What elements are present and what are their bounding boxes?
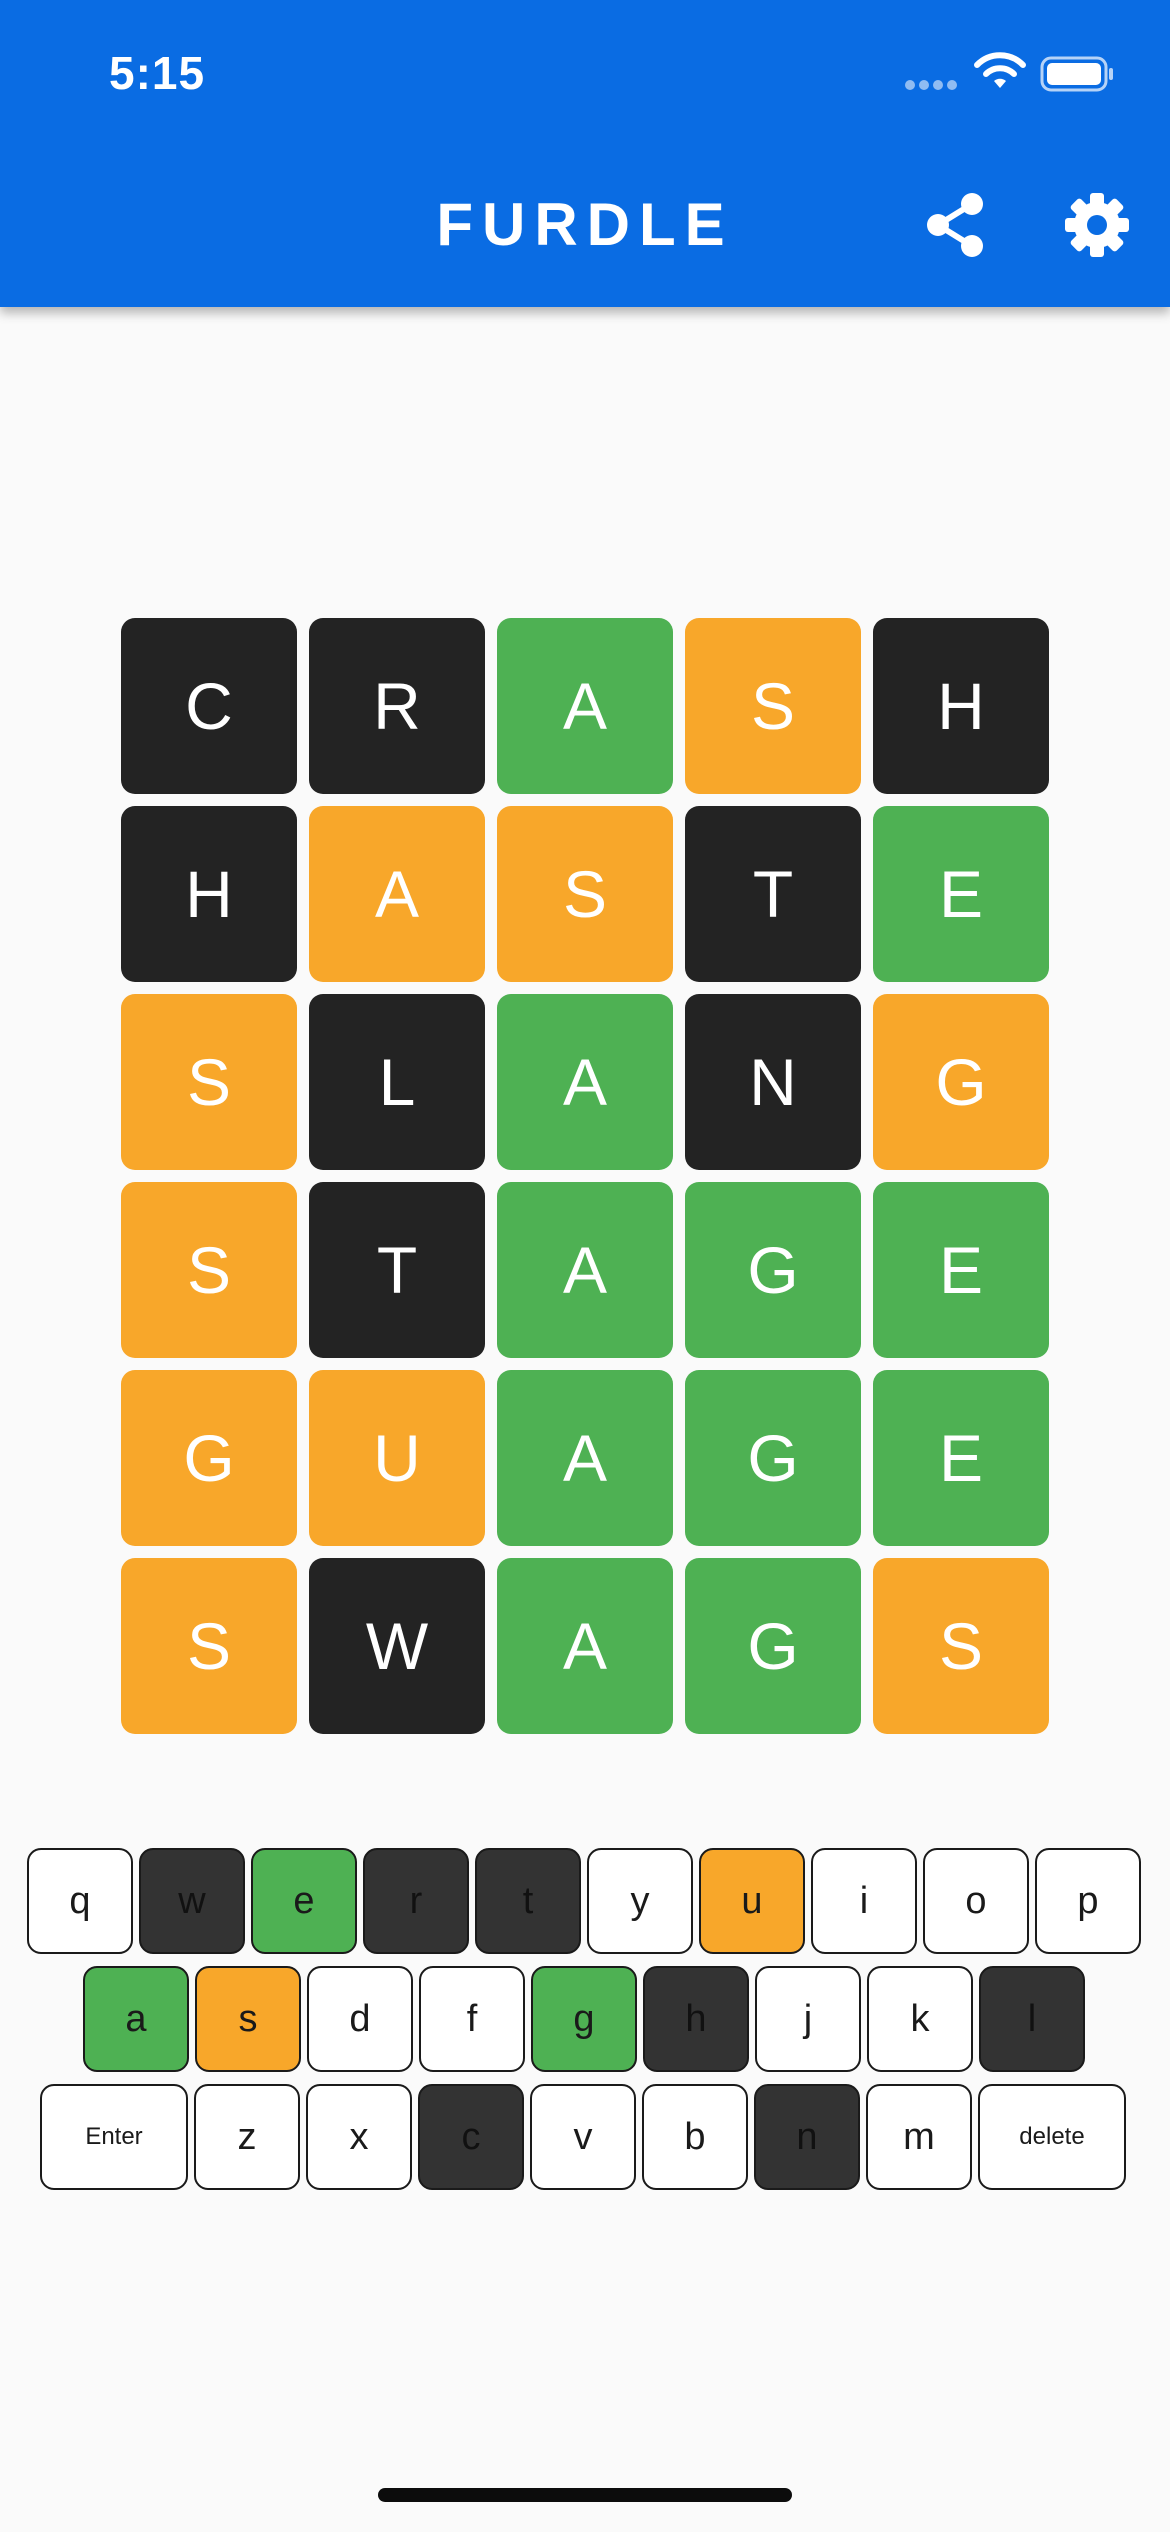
cellular-dots-icon (905, 80, 961, 92)
key-t[interactable]: t (475, 1848, 581, 1954)
key-o[interactable]: o (923, 1848, 1029, 1954)
status-time: 5:15 (109, 47, 206, 99)
key-q[interactable]: q (27, 1848, 133, 1954)
key-g[interactable]: g (531, 1966, 637, 2072)
wifi-icon (974, 52, 1026, 88)
delete-key[interactable]: delete (978, 2084, 1126, 2190)
key-r[interactable]: r (363, 1848, 469, 1954)
board-tile: G (873, 994, 1049, 1170)
board-tile: S (685, 618, 861, 794)
board-tile: E (873, 1370, 1049, 1546)
board-tile: U (309, 1370, 485, 1546)
board-tile: G (685, 1370, 861, 1546)
board-tile: S (121, 994, 297, 1170)
key-w[interactable]: w (139, 1848, 245, 1954)
settings-gear-icon (1065, 193, 1129, 257)
key-d[interactable]: d (307, 1966, 413, 2072)
board-tile: E (873, 806, 1049, 982)
board-tile: T (685, 806, 861, 982)
board-tile: S (497, 806, 673, 982)
keyboard-row: Enter z x c v b n m delete (40, 2084, 1126, 2190)
board-tile: S (121, 1182, 297, 1358)
board-tile: A (497, 1370, 673, 1546)
board-tile: A (497, 994, 673, 1170)
board-tile: H (873, 618, 1049, 794)
settings-button[interactable] (1062, 190, 1132, 260)
board-tile: R (309, 618, 485, 794)
keyboard-row: qwertyuiop (27, 1848, 1141, 1954)
board-tile: S (873, 1558, 1049, 1734)
key-e[interactable]: e (251, 1848, 357, 1954)
board-tile: L (309, 994, 485, 1170)
board-tile: G (121, 1370, 297, 1546)
board-tile: C (121, 618, 297, 794)
key-u[interactable]: u (699, 1848, 805, 1954)
keyboard-row: asdfghjkl (83, 1966, 1085, 2072)
app-bar: 5:15 FURDLE (0, 0, 1170, 307)
board-tile: A (497, 1182, 673, 1358)
key-x[interactable]: x (306, 2084, 412, 2190)
key-p[interactable]: p (1035, 1848, 1141, 1954)
battery-icon (1040, 56, 1113, 92)
board-tile: T (309, 1182, 485, 1358)
board-tile: N (685, 994, 861, 1170)
key-k[interactable]: k (867, 1966, 973, 2072)
key-b[interactable]: b (642, 2084, 748, 2190)
key-h[interactable]: h (643, 1966, 749, 2072)
key-f[interactable]: f (419, 1966, 525, 2072)
board-tile: W (309, 1558, 485, 1734)
key-j[interactable]: j (755, 1966, 861, 2072)
home-indicator (378, 2488, 792, 2502)
board-tile: G (685, 1182, 861, 1358)
key-i[interactable]: i (811, 1848, 917, 1954)
share-button[interactable] (920, 190, 990, 260)
key-n[interactable]: n (754, 2084, 860, 2190)
key-l[interactable]: l (979, 1966, 1085, 2072)
board-tile: E (873, 1182, 1049, 1358)
key-a[interactable]: a (83, 1966, 189, 2072)
key-c[interactable]: c (418, 2084, 524, 2190)
board-tile: A (497, 618, 673, 794)
board-tile: A (497, 1558, 673, 1734)
key-y[interactable]: y (587, 1848, 693, 1954)
board-tile: S (121, 1558, 297, 1734)
share-icon (927, 193, 983, 257)
board-tile: H (121, 806, 297, 982)
key-v[interactable]: v (530, 2084, 636, 2190)
key-m[interactable]: m (866, 2084, 972, 2190)
game-board: CRASHHASTESLANGSTAGEGUAGESWAGS (121, 618, 1051, 1734)
board-tile: A (309, 806, 485, 982)
key-z[interactable]: z (194, 2084, 300, 2190)
enter-key[interactable]: Enter (40, 2084, 188, 2190)
key-s[interactable]: s (195, 1966, 301, 2072)
board-tile: G (685, 1558, 861, 1734)
app-title: FURDLE (436, 191, 734, 258)
